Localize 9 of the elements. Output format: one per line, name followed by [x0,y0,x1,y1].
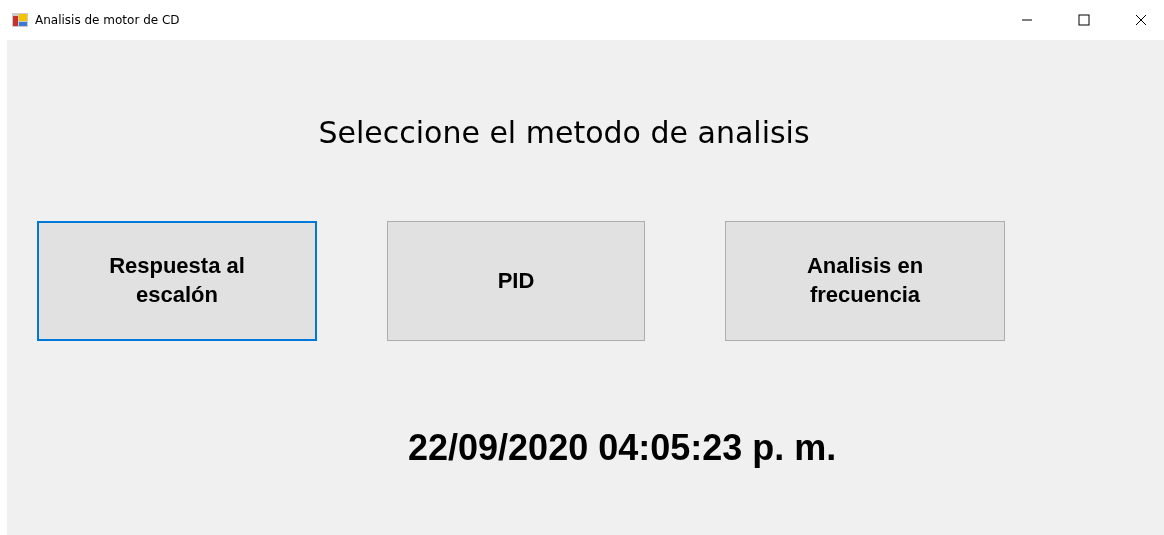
close-icon[interactable] [1135,14,1147,26]
method-button[interactable]: Analisis en frecuencia [725,221,1005,341]
method-button[interactable]: PID [387,221,645,341]
app-icon [12,12,28,28]
method-button[interactable]: Respuesta al escalón [37,221,317,341]
maximize-icon[interactable] [1078,14,1090,26]
datetime-label: 22/09/2020 04:05:23 p. m. [408,426,837,470]
window-title: Analisis de motor de CD [35,12,180,29]
instruction-label: Seleccione el metodo de analisis [317,114,811,152]
